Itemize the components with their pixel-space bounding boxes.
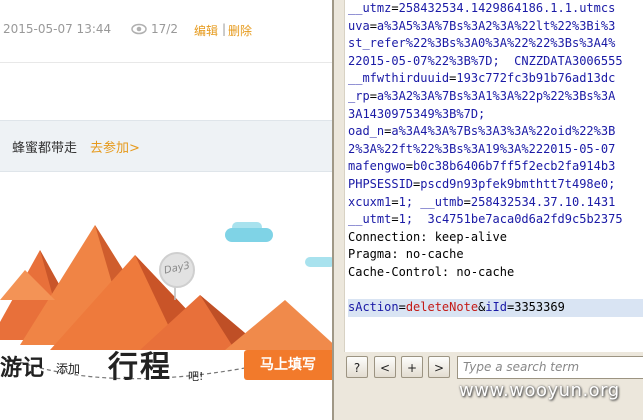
cookie-value: 258432534.1429864186.1.1.utmcs xyxy=(398,1,616,15)
request-line: uva=a%3A5%3A%7Bs%3A2%3A%22lt%22%3Bi%3 xyxy=(348,19,615,33)
day-badge-label: Day3 xyxy=(163,260,191,277)
cookie-name: xcuxm1 xyxy=(348,194,392,209)
cookie-value: 2%3A%22ft%22%3Bs%3A19%3A%222015-05-07 xyxy=(348,141,616,156)
slogan-part: 行程 xyxy=(108,350,172,385)
header-line-text: Pragma: no-cache xyxy=(348,247,464,262)
slogan-part: 吧! xyxy=(188,370,204,383)
prev-button[interactable]: < xyxy=(374,356,396,378)
request-line: sAction=deleteNote&iId=3353369 xyxy=(348,299,643,317)
cookie-value: 1; xyxy=(398,212,414,227)
cookie-value: 258432534.37.10.1431 xyxy=(470,194,616,209)
cookie-value: 3A1430975349%3B%7D; xyxy=(348,106,486,121)
request-line: 2%3A%22ft%22%3Bs%3A19%3A%222015-05-07 xyxy=(348,142,615,156)
header-line-text: Connection: keep-alive xyxy=(348,229,507,244)
request-line: __mfwthirduuid=193c772fc3b91b76ad13dc xyxy=(348,71,615,85)
search-input[interactable]: Type a search term xyxy=(457,356,643,379)
header-line-text: Cache-Control: no-cache xyxy=(348,264,515,279)
request-line: Pragma: no-cache xyxy=(348,247,464,261)
equals: = xyxy=(391,212,399,227)
next-button[interactable]: > xyxy=(428,356,450,378)
cookie-value: 22015-05-07%22%3B%7D; xyxy=(348,53,500,68)
slogan-part: 游记 xyxy=(0,355,45,381)
equals: = xyxy=(369,18,377,33)
slogan-part: 添加 xyxy=(56,362,81,376)
param-value: 3353369 xyxy=(514,300,565,315)
help-button[interactable]: ? xyxy=(346,356,368,378)
request-text-area[interactable]: __utmz=258432534.1429864186.1.1.utmcs uv… xyxy=(344,0,643,352)
request-line: oad_n=a%3A4%3A%7Bs%3A3%3A%22oid%22%3B xyxy=(348,124,615,138)
request-line: __utmz=258432534.1429864186.1.1.utmcs xyxy=(348,1,615,15)
cookie-value: b0c38b6406b7ff5f2ecb2fa914b3 xyxy=(413,159,616,174)
cookie-name: _rp xyxy=(348,88,370,103)
request-line: Connection: keep-alive xyxy=(348,230,507,244)
equals: = xyxy=(369,88,377,103)
cookie-name: 3c4751be7aca0d6a2fd9c5b2375 xyxy=(427,212,623,227)
request-inspector-panel: __utmz=258432534.1429864186.1.1.utmcs uv… xyxy=(332,0,643,420)
web-page: 2015-05-07 13:44 17/2 编辑 | 删除 蜂蜜都带走 去参加>… xyxy=(0,0,332,420)
param-value: deleteNote xyxy=(405,300,479,315)
equals: = xyxy=(398,300,406,315)
request-line: 3A1430975349%3B%7D; xyxy=(348,107,485,121)
day-badge: Day3 xyxy=(159,252,195,288)
request-line: st_refer%22%3Bs%3A0%3A%22%22%3Bs%3A4% xyxy=(348,36,615,50)
cookie-value: 193c772fc3b91b76ad13dc xyxy=(456,71,616,86)
param-name: iId xyxy=(485,300,507,315)
request-line: xcuxm1=1; __utmb=258432534.37.10.1431 xyxy=(348,195,615,209)
cookie-value: st_refer%22%3Bs%3A0%3A%22%22%3Bs%3A4% xyxy=(348,36,616,51)
cookie-value: a%3A5%3A%7Bs%3A2%3A%22lt%22%3Bi%3 xyxy=(376,18,616,33)
cookie-value: 1; xyxy=(398,194,414,209)
cookie-name: uva xyxy=(348,18,370,33)
cookie-name: mafengwo xyxy=(348,159,406,174)
equals: = xyxy=(391,194,399,209)
add-button[interactable]: + xyxy=(401,356,423,378)
request-line: mafengwo=b0c38b6406b7ff5f2ecb2fa914b3 xyxy=(348,159,615,173)
cookie-name: __utmz xyxy=(348,1,392,15)
watermark: www.wooyun.org xyxy=(459,380,620,401)
cookie-name: PHPSESSID xyxy=(348,176,414,191)
request-line: PHPSESSID=pscd9n93pfek9bmthtt7t498e0; xyxy=(348,177,615,191)
equals: = xyxy=(463,194,471,209)
cookie-value: a%3A4%3A%7Bs%3A3%3A%22oid%22%3B xyxy=(391,124,616,139)
cookie-value: pscd9n93pfek9bmthtt7t498e0; xyxy=(420,176,616,191)
cookie-name: __utmb xyxy=(420,194,464,209)
fill-now-button[interactable]: 马上填写 xyxy=(244,350,332,380)
param-name: sAction xyxy=(348,300,399,315)
cookie-name: oad_n xyxy=(348,124,385,139)
request-line: __utmt=1; 3c4751be7aca0d6a2fd9c5b2375 xyxy=(348,212,623,226)
request-line: Cache-Control: no-cache xyxy=(348,265,514,279)
raw-request: __utmz=258432534.1429864186.1.1.utmcs uv… xyxy=(348,0,643,317)
cookie-name: __mfwthirduuid xyxy=(348,71,450,86)
request-line: _rp=a%3A2%3A%7Bs%3A1%3A%22p%22%3Bs%3A xyxy=(348,89,615,103)
equals: = xyxy=(405,159,414,174)
cookie-name: __utmt xyxy=(348,212,392,227)
request-line: 22015-05-07%22%3B%7D; CNZZDATA3006555 xyxy=(348,54,623,68)
equals: = xyxy=(391,1,399,15)
cookie-value: a%3A2%3A%7Bs%3A1%3A%22p%22%3Bs%3A xyxy=(376,88,616,103)
cookie-name: CNZZDATA3006555 xyxy=(514,53,623,68)
